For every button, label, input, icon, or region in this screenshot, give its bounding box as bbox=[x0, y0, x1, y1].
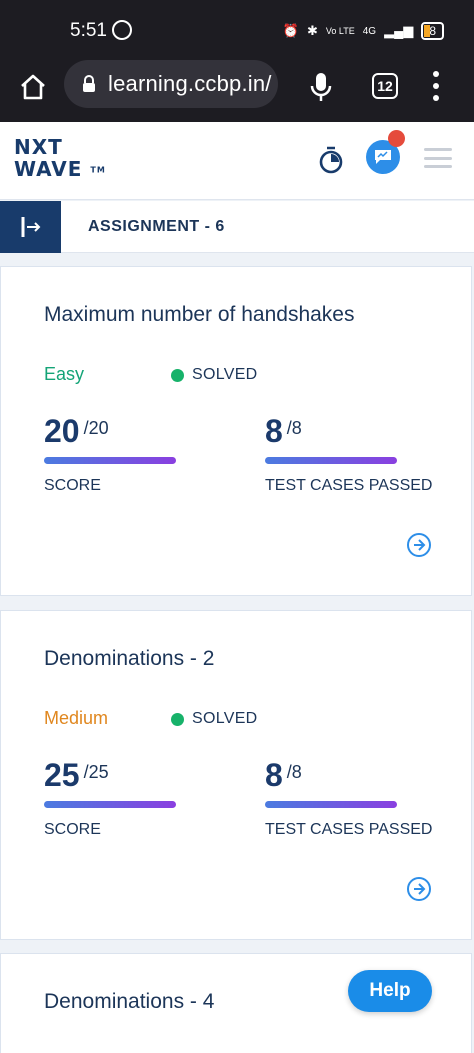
test-cases-metric: 8/8 TEST CASES PASSED bbox=[265, 757, 432, 838]
score-metric: 25/25 SCORE bbox=[44, 757, 176, 838]
question-title: Denominations - 4 bbox=[44, 990, 215, 1013]
assignment-bar: ASSIGNMENT - 6 bbox=[0, 201, 474, 253]
score-label: SCORE bbox=[44, 477, 101, 494]
lock-icon bbox=[83, 75, 95, 92]
question-card[interactable]: Maximum number of handshakes Easy SOLVED… bbox=[0, 266, 472, 596]
score-total: /20 bbox=[83, 418, 109, 438]
score-total: /25 bbox=[83, 762, 109, 782]
open-question-button[interactable] bbox=[407, 877, 431, 901]
tab-switcher-button[interactable]: 12 bbox=[372, 73, 398, 99]
question-card[interactable]: Denominations - 2 Medium SOLVED 25/25 SC… bbox=[0, 610, 472, 940]
tests-label: TEST CASES PASSED bbox=[265, 821, 433, 838]
stopwatch-icon bbox=[319, 146, 343, 174]
tests-progress-bar bbox=[265, 457, 397, 464]
question-title: Maximum number of handshakes bbox=[44, 303, 355, 326]
arrow-right-icon bbox=[414, 883, 426, 895]
sidebar-toggle-button[interactable] bbox=[0, 201, 61, 253]
score-progress-bar bbox=[44, 801, 176, 808]
mic-icon bbox=[310, 73, 332, 101]
timer-button[interactable] bbox=[318, 146, 344, 174]
assignment-title: ASSIGNMENT - 6 bbox=[88, 218, 225, 235]
logo-line2: WAVE bbox=[14, 157, 83, 181]
status-text: SOLVED bbox=[192, 366, 258, 383]
chat-icon bbox=[375, 150, 391, 164]
sidebar-expand-icon bbox=[21, 217, 40, 237]
test-cases-metric: 8/8 TEST CASES PASSED bbox=[265, 413, 432, 494]
signal-label: 4G bbox=[362, 25, 377, 37]
home-button[interactable] bbox=[16, 70, 50, 104]
volte-label: Vo LTE bbox=[325, 26, 355, 36]
browser-toolbar: learning.ccbp.in/ 12 bbox=[0, 60, 474, 122]
arrow-right-icon bbox=[414, 539, 426, 551]
alarm-icon: ⏰ bbox=[282, 23, 299, 38]
nxtwave-logo[interactable]: NXT WAVE TM bbox=[14, 136, 106, 182]
tests-value: 8 bbox=[265, 413, 283, 449]
voice-search-button[interactable] bbox=[306, 70, 336, 104]
logo-line1: NXT bbox=[14, 135, 63, 159]
site-header: NXT WAVE TM bbox=[0, 122, 474, 200]
signal-icon: ▂▄▆ bbox=[384, 23, 414, 38]
home-icon bbox=[21, 74, 45, 100]
difficulty-label: Easy bbox=[44, 364, 85, 384]
tests-total: /8 bbox=[286, 762, 302, 782]
tests-total: /8 bbox=[286, 418, 302, 438]
solved-dot bbox=[171, 712, 184, 726]
score-value: 20 bbox=[44, 413, 80, 449]
help-button[interactable]: Help bbox=[348, 970, 432, 1012]
status-text: SOLVED bbox=[192, 710, 258, 727]
notification-badge bbox=[388, 130, 405, 147]
bluetooth-icon: ✱ bbox=[306, 23, 318, 38]
question-title: Denominations - 2 bbox=[44, 647, 215, 670]
score-metric: 20/20 SCORE bbox=[44, 413, 176, 494]
url-bar[interactable]: learning.ccbp.in/ bbox=[64, 60, 278, 108]
battery-icon: 8 bbox=[421, 22, 444, 40]
score-value: 25 bbox=[44, 757, 80, 793]
whatsapp-icon bbox=[112, 20, 132, 40]
score-progress-bar bbox=[44, 457, 176, 464]
status-badge: SOLVED bbox=[171, 710, 258, 728]
status-time: 5:51 bbox=[70, 20, 107, 41]
tests-progress-bar bbox=[265, 801, 397, 808]
solved-dot bbox=[171, 368, 184, 382]
more-vert-icon[interactable] bbox=[426, 71, 446, 101]
open-question-button[interactable] bbox=[407, 533, 431, 557]
status-badge: SOLVED bbox=[171, 366, 258, 384]
score-label: SCORE bbox=[44, 821, 101, 838]
hamburger-icon[interactable] bbox=[424, 148, 452, 168]
battery-level: 8 bbox=[429, 24, 436, 38]
logo-tm: TM bbox=[90, 165, 106, 175]
url-text: learning.ccbp.in/ bbox=[108, 71, 272, 96]
status-icons: ⏰ ✱ Vo LTE 4G ▂▄▆ 8 bbox=[283, 22, 444, 40]
tests-value: 8 bbox=[265, 757, 283, 793]
status-bar: 5:51 ⏰ ✱ Vo LTE 4G ▂▄▆ 8 bbox=[0, 0, 474, 60]
difficulty-label: Medium bbox=[44, 708, 109, 728]
tests-label: TEST CASES PASSED bbox=[265, 477, 433, 494]
